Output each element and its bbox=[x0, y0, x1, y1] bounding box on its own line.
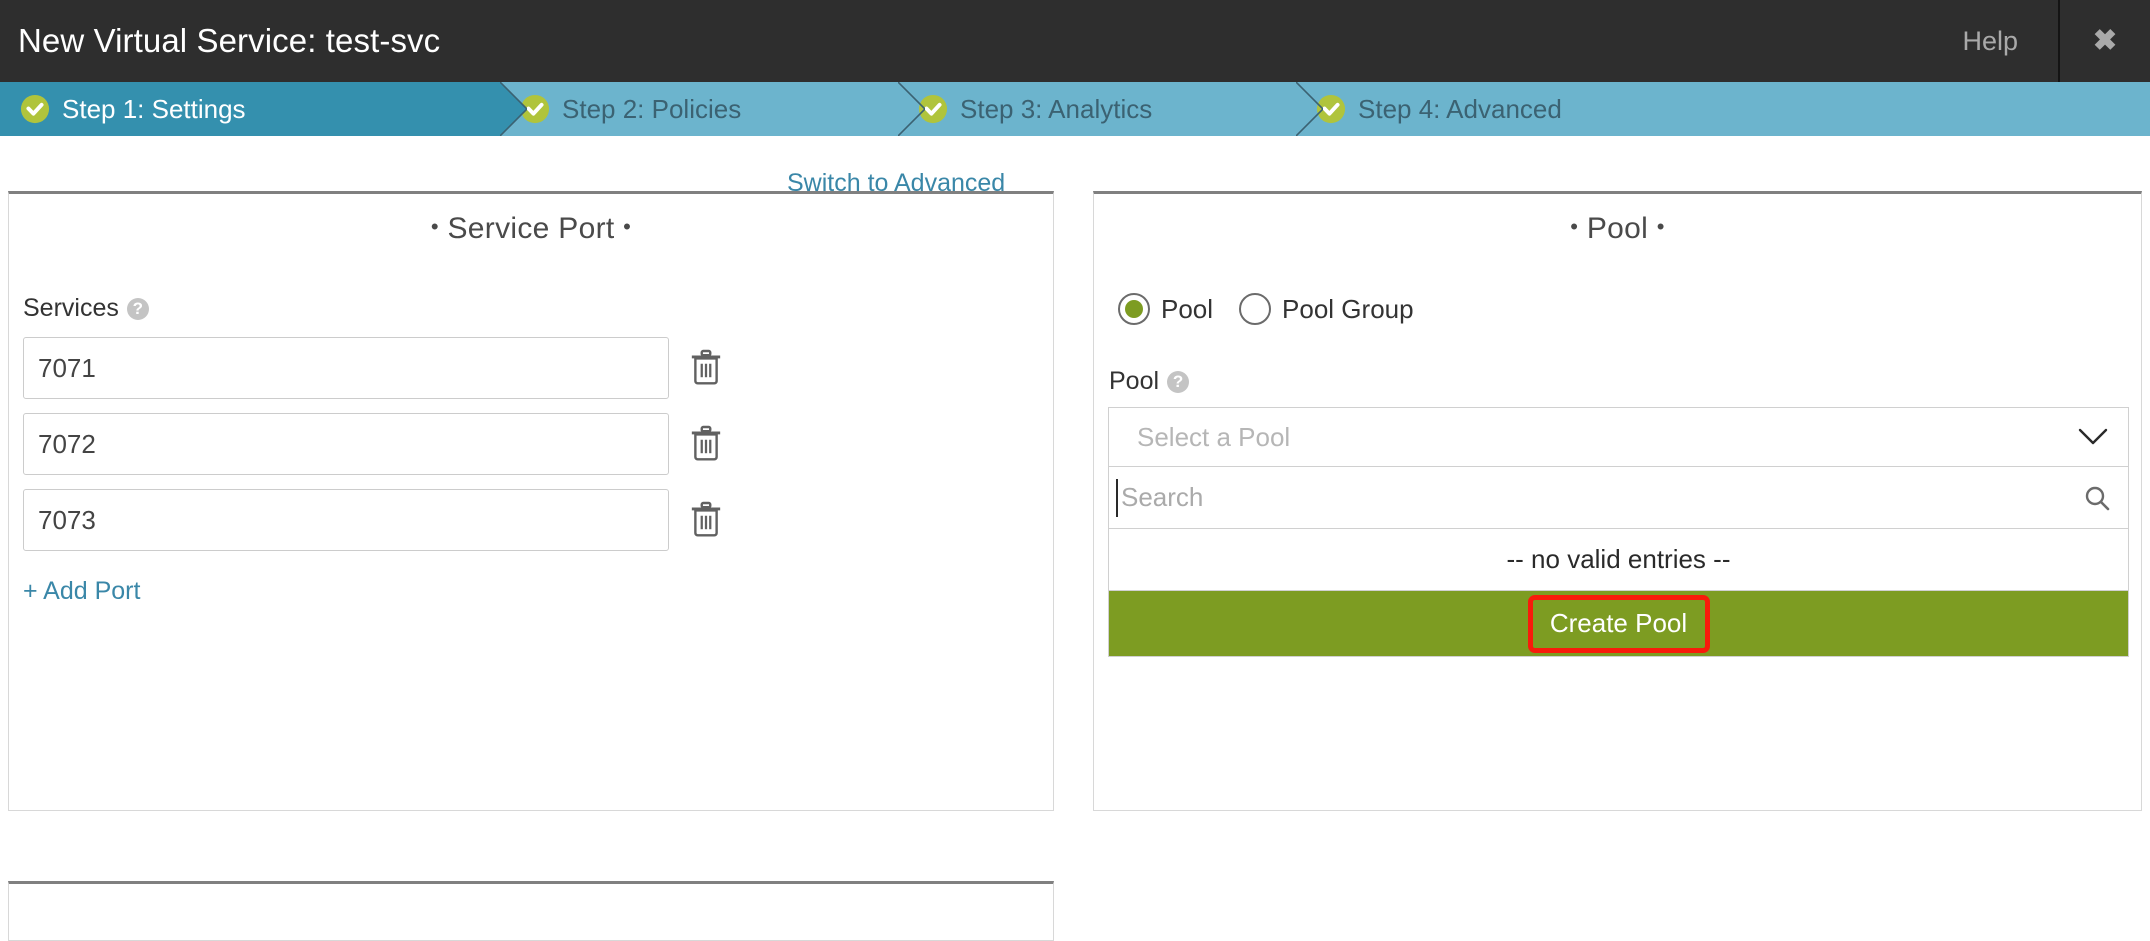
service-port-row bbox=[23, 337, 1039, 399]
title-bullet-left: • bbox=[430, 214, 439, 240]
close-icon[interactable]: ✖ bbox=[2060, 0, 2150, 82]
title-bullet-left: • bbox=[1570, 214, 1579, 240]
service-port-card-title: • Service Port • bbox=[9, 194, 1053, 246]
help-button[interactable]: Help bbox=[1922, 0, 2060, 82]
help-tooltip-icon[interactable]: ? bbox=[126, 297, 149, 320]
pool-dropdown-empty-message: -- no valid entries -- bbox=[1108, 529, 2129, 591]
text-cursor bbox=[1116, 479, 1118, 517]
check-circle-icon bbox=[520, 94, 550, 124]
pool-card-title: • Pool • bbox=[1094, 194, 2141, 246]
radio-option-pool-group-label: Pool Group bbox=[1282, 293, 1414, 324]
radio-pool-indicator bbox=[1118, 293, 1150, 325]
wizard-content: • Service Port • Services ? 7071 7072 70… bbox=[0, 136, 2150, 941]
create-pool-bar[interactable]: Create Pool bbox=[1108, 591, 2129, 657]
service-port-input[interactable] bbox=[23, 489, 669, 551]
service-port-card: • Service Port • Services ? 7071 7072 70… bbox=[8, 191, 1054, 811]
pool-select-placeholder: Select a Pool bbox=[1137, 421, 1291, 452]
wizard-step-2-policies[interactable]: Step 2: Policies bbox=[500, 82, 925, 136]
dialog-titlebar: New Virtual Service: test-svc Help ✖ bbox=[0, 0, 2150, 82]
pool-select[interactable]: Select a Pool bbox=[1108, 407, 2129, 467]
search-icon[interactable] bbox=[2084, 485, 2110, 511]
pool-type-radio-group: Pool Pool Group bbox=[1118, 293, 2127, 325]
service-port-body: Services ? 7071 7072 7073 + Add Port bbox=[9, 294, 1053, 606]
check-circle-icon bbox=[20, 94, 50, 124]
add-port-link[interactable]: + Add Port bbox=[23, 577, 140, 606]
services-label: Services bbox=[23, 294, 119, 322]
wizard-step-1-label: Step 1: Settings bbox=[62, 93, 246, 124]
pool-field-label: Pool bbox=[1109, 367, 1160, 395]
trash-icon[interactable] bbox=[689, 349, 723, 387]
check-circle-icon bbox=[1316, 94, 1346, 124]
wizard-step-4-label: Step 4: Advanced bbox=[1358, 93, 1562, 124]
trash-icon[interactable] bbox=[689, 501, 723, 539]
help-tooltip-icon[interactable]: ? bbox=[1167, 370, 1190, 393]
radio-option-pool-label: Pool bbox=[1161, 293, 1214, 324]
radio-pool-group-indicator bbox=[1239, 293, 1272, 325]
services-label-row: Services ? bbox=[23, 294, 1039, 323]
switch-to-advanced-link[interactable]: Switch to Advanced bbox=[787, 169, 1005, 198]
no-valid-entries-text: -- no valid entries -- bbox=[1506, 544, 1731, 574]
title-bullet-right: • bbox=[623, 214, 632, 240]
pool-body: Pool Pool Group Pool ? Select a Pool Sea… bbox=[1094, 293, 2141, 657]
trash-icon[interactable] bbox=[689, 425, 723, 463]
service-port-row bbox=[23, 489, 1039, 551]
service-port-input[interactable] bbox=[23, 413, 669, 475]
add-port-row: + Add Port bbox=[23, 577, 1039, 606]
pool-search-field[interactable]: Search bbox=[1108, 467, 2129, 529]
check-circle-icon bbox=[918, 94, 948, 124]
wizard-step-2-label: Step 2: Policies bbox=[562, 93, 742, 124]
service-port-row bbox=[23, 413, 1039, 475]
pool-search-placeholder: Search bbox=[1121, 482, 1204, 512]
wizard-step-3-label: Step 3: Analytics bbox=[960, 93, 1153, 124]
next-section-card bbox=[8, 881, 1054, 941]
radio-option-pool[interactable]: Pool bbox=[1118, 293, 1213, 325]
pool-card: • Pool • Pool Pool Group Pool ? Select a… bbox=[1093, 191, 2142, 811]
wizard-step-3-analytics[interactable]: Step 3: Analytics bbox=[898, 82, 1323, 136]
wizard-step-1-settings[interactable]: Step 1: Settings bbox=[0, 82, 527, 136]
pool-title-text: Pool bbox=[1586, 212, 1649, 245]
title-bullet-right: • bbox=[1656, 214, 1665, 240]
radio-option-pool-group[interactable]: Pool Group bbox=[1239, 293, 1414, 325]
service-port-input[interactable] bbox=[23, 337, 669, 399]
wizard-step-4-advanced[interactable]: Step 4: Advanced bbox=[1296, 82, 1696, 136]
pool-field-label-row: Pool ? bbox=[1109, 367, 2127, 396]
service-port-title-text: Service Port bbox=[447, 212, 615, 245]
wizard-step-bar: Step 1: Settings Step 2: Policies Step 3… bbox=[0, 82, 2150, 136]
create-pool-button[interactable]: Create Pool bbox=[1550, 608, 1687, 639]
chevron-down-icon[interactable] bbox=[2078, 428, 2108, 446]
page-title: New Virtual Service: test-svc bbox=[18, 22, 441, 59]
